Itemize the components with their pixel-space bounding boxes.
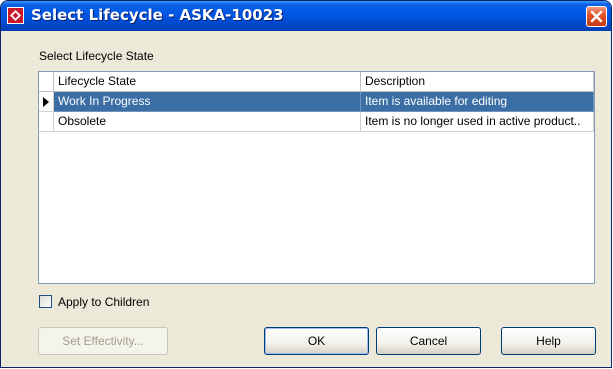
cell-description[interactable]: Item is no longer used in active product… (361, 112, 594, 132)
row-indicator (39, 92, 54, 112)
apply-to-children-label[interactable]: Apply to Children (58, 295, 149, 309)
lifecycle-state-grid[interactable]: Lifecycle State Description Work In Prog… (38, 71, 595, 284)
app-icon (7, 7, 24, 24)
help-button[interactable]: Help (501, 327, 596, 355)
cell-description[interactable]: Item is available for editing (361, 92, 594, 112)
grid-header-row: Lifecycle State Description (39, 72, 594, 92)
close-icon (590, 10, 603, 23)
table-row-work-in-progress[interactable]: Work In Progress Item is available for e… (39, 92, 594, 112)
title-bar[interactable]: Select Lifecycle - ASKA-10023 (1, 1, 611, 31)
cell-lifecycle-state[interactable]: Obsolete (54, 112, 361, 132)
cancel-button[interactable]: Cancel (376, 327, 481, 355)
row-indicator (39, 112, 54, 132)
column-header-lifecycle-state[interactable]: Lifecycle State (54, 72, 361, 92)
apply-to-children-checkbox[interactable] (39, 295, 52, 308)
column-header-description[interactable]: Description (361, 72, 594, 92)
current-row-arrow-icon (43, 97, 49, 107)
window-title: Select Lifecycle - ASKA-10023 (31, 6, 284, 24)
lifecycle-state-group-label: Select Lifecycle State (39, 49, 154, 63)
select-lifecycle-dialog: Select Lifecycle - ASKA-10023 Select Lif… (0, 0, 612, 368)
set-effectivity-button[interactable]: Set Effectivity... (38, 327, 168, 355)
close-button[interactable] (586, 6, 607, 27)
ok-button[interactable]: OK (264, 327, 369, 355)
row-indicator-header (39, 72, 54, 92)
table-row-obsolete[interactable]: Obsolete Item is no longer used in activ… (39, 112, 594, 132)
cell-lifecycle-state[interactable]: Work In Progress (54, 92, 361, 112)
